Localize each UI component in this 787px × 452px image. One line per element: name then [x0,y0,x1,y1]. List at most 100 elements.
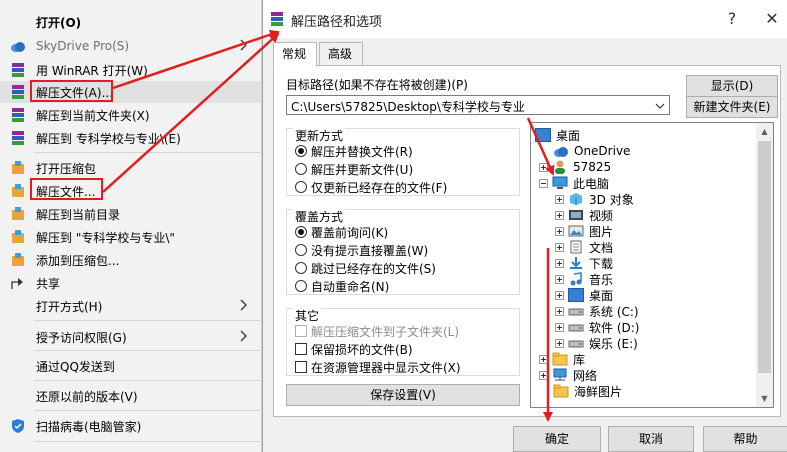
radio-skip-existing[interactable]: 跳过已经存在的文件(S) [295,259,436,277]
menu-item-extract-to-named[interactable]: 解压到 "专科学校与专业\" [0,226,261,248]
option-label: 仅更新已经存在的文件(F) [311,180,448,195]
tree-node-user[interactable]: 57825 [539,159,611,175]
expand-icon[interactable] [555,290,564,300]
menu-item-open-archive[interactable]: 打开压缩包 [0,157,261,179]
shield-icon [12,419,24,433]
expand-icon[interactable] [555,306,564,316]
radio-auto-rename[interactable]: 自动重命名(N) [295,277,389,295]
radio-button[interactable] [295,244,307,256]
menu-item-extract-here[interactable]: 解压到当前文件夹(X) [0,104,261,126]
checkbox-extract-to-subfolder[interactable]: 解压压缩文件到子文件夹(L) [295,322,459,340]
radio-button[interactable] [295,280,307,292]
tree-node-documents[interactable]: 文档 [555,239,613,255]
expand-icon[interactable] [555,274,564,284]
radio-extract-replace[interactable]: 解压并替换文件(R) [295,142,413,160]
tree-node-label: 图片 [589,224,614,239]
expand-icon[interactable] [555,338,564,348]
menu-item-share[interactable]: 共享 [0,272,261,294]
menu-item-scan-virus[interactable]: 扫描病毒(电脑管家) [0,415,261,437]
tree-node-seafood-pictures[interactable]: 海鲜图片 [553,383,622,399]
expand-icon[interactable] [555,258,564,268]
radio-update-existing[interactable]: 仅更新已经存在的文件(F) [295,178,447,196]
new-folder-button[interactable]: 新建文件夹(E) [686,96,778,118]
menu-item-restore-versions[interactable]: 还原以前的版本(V) [0,385,261,407]
radio-button[interactable] [295,145,307,157]
option-label: 解压压缩文件到子文件夹(L) [311,324,460,339]
scrollbar-thumb[interactable] [758,141,771,373]
tree-node-music[interactable]: 音乐 [555,271,613,287]
radio-ask-before-overwrite[interactable]: 覆盖前询问(K) [295,223,388,241]
tree-node-drive-c[interactable]: 系统 (C:) [555,303,639,319]
radio-button[interactable] [295,262,307,274]
tree-node-network[interactable]: 网络 [539,367,597,383]
cloud-icon [554,147,568,157]
collapse-icon[interactable] [539,178,548,188]
tree-node-onedrive[interactable]: OneDrive [553,143,630,159]
tree-node-this-pc[interactable]: 此电脑 [539,175,609,191]
menu-item-extract-files-2[interactable]: 解压文件... [0,180,261,202]
menu-separator [34,441,261,442]
tree-node-pictures[interactable]: 图片 [555,223,613,239]
expand-icon[interactable] [539,162,548,172]
menu-item-skydrive[interactable]: SkyDrive Pro(S) [0,35,261,57]
tree-node-downloads[interactable]: 下载 [555,255,613,271]
tree-node-desktop[interactable]: 桌面 [535,127,580,143]
tree-node-drive-d[interactable]: 软件 (D:) [555,319,639,335]
expand-icon[interactable] [555,210,564,220]
menu-item-extract-files[interactable]: 解压文件(A)... [0,81,261,103]
radio-button[interactable] [295,226,307,238]
show-button[interactable]: 显示(D) [686,75,778,97]
expand-icon[interactable] [555,194,564,204]
radio-button[interactable] [295,181,307,193]
chevron-down-icon[interactable] [655,102,665,110]
folder-icon [553,384,569,398]
checkbox[interactable] [295,343,307,355]
menu-item-add-to-archive[interactable]: 添加到压缩包... [0,249,261,271]
cancel-button[interactable]: 取消 [608,426,694,452]
dialog-title-bar: 解压路径和选项 ? ✕ [263,0,787,38]
menu-item-open-with-winrar[interactable]: 用 WinRAR 打开(W) [0,59,261,81]
help-icon[interactable]: ? [723,10,741,28]
option-label: 没有提示直接覆盖(W) [311,243,429,258]
checkbox-keep-broken[interactable]: 保留损坏的文件(B) [295,340,413,358]
menu-item-extract-to-folder[interactable]: 解压到 专科学校与专业\(E) [0,127,261,149]
tree-node-videos[interactable]: 视频 [555,207,613,223]
expand-icon[interactable] [555,242,564,252]
tree-node-label: 娱乐 (E:) [589,336,638,351]
tab-general[interactable]: 常规 [273,42,317,67]
tree-scrollbar[interactable]: ▲ ▼ [756,123,773,407]
ok-button[interactable]: 确定 [513,426,601,452]
radio-extract-update[interactable]: 解压并更新文件(U) [295,160,413,178]
checkbox[interactable] [295,325,307,337]
menu-item-open[interactable]: 打开(O) [0,11,261,33]
scroll-down-icon[interactable]: ▼ [760,394,769,403]
tab-advanced[interactable]: 高级 [319,42,363,66]
expand-icon[interactable] [555,322,564,332]
menu-item-open-with[interactable]: 打开方式(H) [0,295,261,317]
help-button[interactable]: 帮助 [703,426,787,452]
tree-node-label: 下载 [589,256,614,271]
radio-overwrite-no-prompt[interactable]: 没有提示直接覆盖(W) [295,241,428,259]
document-icon [570,240,582,254]
checkbox-show-in-explorer[interactable]: 在资源管理器中显示文件(X) [295,358,461,376]
context-menu: 打开(O) SkyDrive Pro(S) 用 WinRAR 打开(W) 解压文… [0,0,262,452]
menu-item-send-via-qq[interactable]: 通过QQ发送到 [0,355,261,377]
menu-item-grant-access[interactable]: 授予访问权限(G) [0,326,261,348]
tree-node-drive-e[interactable]: 娱乐 (E:) [555,335,638,351]
folder-tree[interactable]: 桌面 OneDrive 57825 此电脑 3D 对象 视频 图片 文档 下载 … [530,122,774,408]
radio-button[interactable] [295,163,307,175]
expand-icon[interactable] [555,226,564,236]
tree-node-label: 软件 (D:) [589,320,640,335]
close-icon[interactable]: ✕ [763,10,781,28]
save-settings-button[interactable]: 保存设置(V) [286,384,520,406]
expand-icon[interactable] [539,354,548,364]
target-path-input[interactable]: C:\Users\57825\Desktop\专科学校与专业 [286,95,670,115]
expand-icon[interactable] [539,370,548,380]
tree-node-libraries[interactable]: 库 [539,351,585,367]
checkbox[interactable] [295,361,307,373]
option-label: 保留损坏的文件(B) [311,342,413,357]
tree-node-3d-objects[interactable]: 3D 对象 [555,191,634,207]
scroll-up-icon[interactable]: ▲ [760,127,769,136]
tree-node-pc-desktop[interactable]: 桌面 [555,287,613,303]
menu-item-extract-current-dir[interactable]: 解压到当前目录 [0,203,261,225]
